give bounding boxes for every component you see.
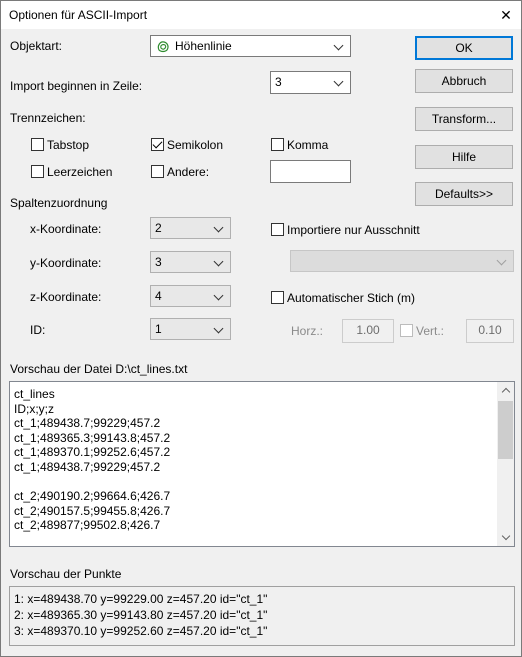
trennzeichen-label: Trennzeichen: bbox=[10, 111, 86, 125]
datei-vorschau-line: ct_lines bbox=[14, 387, 55, 401]
chevron-down-icon bbox=[213, 255, 225, 269]
scroll-thumb[interactable] bbox=[498, 401, 513, 459]
datei-vorschau-line: ct_1;489438.7;99229;457.2 bbox=[14, 459, 161, 474]
x-koordinate-label: x-Koordinate: bbox=[30, 222, 102, 236]
punkte-vorschau-line: 3: x=489370.10 y=99252.60 z=457.20 id="c… bbox=[14, 624, 268, 638]
stich-checkbox[interactable] bbox=[271, 291, 284, 304]
andere-checkbox[interactable] bbox=[151, 165, 164, 178]
scroll-up-icon[interactable] bbox=[497, 382, 514, 399]
y-koordinate-label: y-Koordinate: bbox=[30, 256, 102, 270]
ausschnitt-label: Importiere nur Ausschnitt bbox=[287, 223, 420, 237]
defaults-button[interactable]: Defaults>> bbox=[415, 182, 513, 206]
import-zeile-select[interactable]: 3 bbox=[270, 71, 351, 94]
leerzeichen-checkbox[interactable] bbox=[31, 165, 44, 178]
semikolon-label: Semikolon bbox=[167, 138, 224, 152]
vert-checkbox[interactable] bbox=[400, 324, 413, 337]
spaltenzuordnung-label: Spaltenzuordnung bbox=[10, 196, 108, 210]
ok-button[interactable]: OK bbox=[415, 36, 513, 60]
komma-label: Komma bbox=[287, 138, 329, 152]
leerzeichen-label: Leerzeichen bbox=[47, 165, 113, 179]
y-koordinate-value: 3 bbox=[155, 255, 162, 269]
datei-vorschau-line: ct_2;490157.5;99455.8;426.7 bbox=[14, 503, 171, 518]
datei-vorschau-line: ct_1;489370.1;99252.6;457.2 bbox=[14, 445, 171, 460]
andere-label: Andere: bbox=[167, 165, 210, 179]
komma-checkbox[interactable] bbox=[271, 138, 284, 151]
import-zeile-label: Import beginnen in Zeile: bbox=[10, 79, 143, 93]
punkte-vorschau-line: 1: x=489438.70 y=99229.00 z=457.20 id="c… bbox=[14, 592, 268, 606]
datei-vorschau-line: ID;x;y;z bbox=[14, 401, 55, 416]
title-bar: Optionen für ASCII-Import ✕ bbox=[1, 1, 521, 29]
abbruch-button[interactable]: Abbruch bbox=[415, 69, 513, 93]
chevron-down-icon bbox=[213, 322, 225, 336]
close-button[interactable]: ✕ bbox=[491, 1, 521, 29]
semikolon-checkbox[interactable] bbox=[151, 138, 164, 151]
id-select[interactable]: 1 bbox=[150, 318, 231, 340]
window-title: Optionen für ASCII-Import bbox=[9, 8, 148, 22]
horz-label: Horz.: bbox=[291, 324, 324, 338]
chevron-down-icon bbox=[213, 289, 225, 303]
contour-line-icon bbox=[157, 41, 169, 53]
chevron-down-icon bbox=[496, 254, 508, 268]
vertical-scrollbar[interactable] bbox=[497, 382, 514, 546]
scroll-down-icon[interactable] bbox=[497, 529, 514, 546]
datei-vorschau-line: ct_2;489877;99502.8;426.7 bbox=[14, 518, 161, 533]
andere-input[interactable] bbox=[270, 160, 351, 183]
punkte-vorschau-line: 2: x=489365.30 y=99143.80 z=457.20 id="c… bbox=[14, 608, 268, 622]
x-koordinate-select[interactable]: 2 bbox=[150, 217, 231, 239]
objektart-value: Höhenlinie bbox=[175, 39, 232, 53]
chevron-down-icon bbox=[333, 75, 345, 89]
chevron-down-icon bbox=[213, 221, 225, 235]
id-label: ID: bbox=[30, 323, 46, 337]
y-koordinate-select[interactable]: 3 bbox=[150, 251, 231, 273]
tabstop-checkbox[interactable] bbox=[31, 138, 44, 151]
ausschnitt-select[interactable] bbox=[290, 250, 514, 272]
punkte-vorschau-lines: 1: x=489438.70 y=99229.00 z=457.20 id="c… bbox=[14, 591, 267, 639]
z-koordinate-select[interactable]: 4 bbox=[150, 285, 231, 307]
vert-input[interactable]: 0.10 bbox=[466, 319, 514, 343]
x-koordinate-value: 2 bbox=[155, 221, 162, 235]
stich-label: Automatischer Stich (m) bbox=[287, 291, 416, 305]
chevron-down-icon bbox=[333, 39, 345, 53]
z-koordinate-value: 4 bbox=[155, 289, 162, 303]
objektart-label: Objektart: bbox=[10, 39, 63, 53]
datei-vorschau-lines: ct_lines ID;x;y;z ct_1;489438.7;99229;457.… bbox=[14, 387, 170, 533]
datei-vorschau-label: Vorschau der Datei D:\ct_lines.txt bbox=[10, 362, 188, 376]
hilfe-button[interactable]: Hilfe bbox=[415, 145, 513, 169]
import-zeile-value: 3 bbox=[275, 75, 282, 89]
tabstop-label: Tabstop bbox=[47, 138, 90, 152]
objektart-select[interactable]: Höhenlinie bbox=[150, 35, 351, 57]
vert-label: Vert.: bbox=[416, 324, 445, 338]
datei-vorschau-line bbox=[14, 475, 170, 490]
ascii-import-dialog: Optionen für ASCII-Import ✕ Objektart: H… bbox=[0, 0, 522, 657]
datei-vorschau-line: ct_2;490190.2;99664.6;426.7 bbox=[14, 489, 171, 504]
horz-input[interactable]: 1.00 bbox=[342, 319, 394, 343]
datei-vorschau-list[interactable]: ct_lines ID;x;y;z ct_1;489438.7;99229;457.… bbox=[9, 381, 515, 547]
datei-vorschau-line: ct_1;489438.7;99229;457.2 bbox=[14, 416, 161, 431]
punkte-vorschau-label: Vorschau der Punkte bbox=[10, 567, 122, 581]
datei-vorschau-line: ct_1;489365.3;99143.8;457.2 bbox=[14, 430, 171, 445]
ausschnitt-checkbox[interactable] bbox=[271, 223, 284, 236]
id-value: 1 bbox=[155, 322, 162, 336]
transform-button[interactable]: Transform... bbox=[415, 107, 513, 131]
punkte-vorschau-box: 1: x=489438.70 y=99229.00 z=457.20 id="c… bbox=[9, 586, 515, 646]
z-koordinate-label: z-Koordinate: bbox=[30, 290, 102, 304]
